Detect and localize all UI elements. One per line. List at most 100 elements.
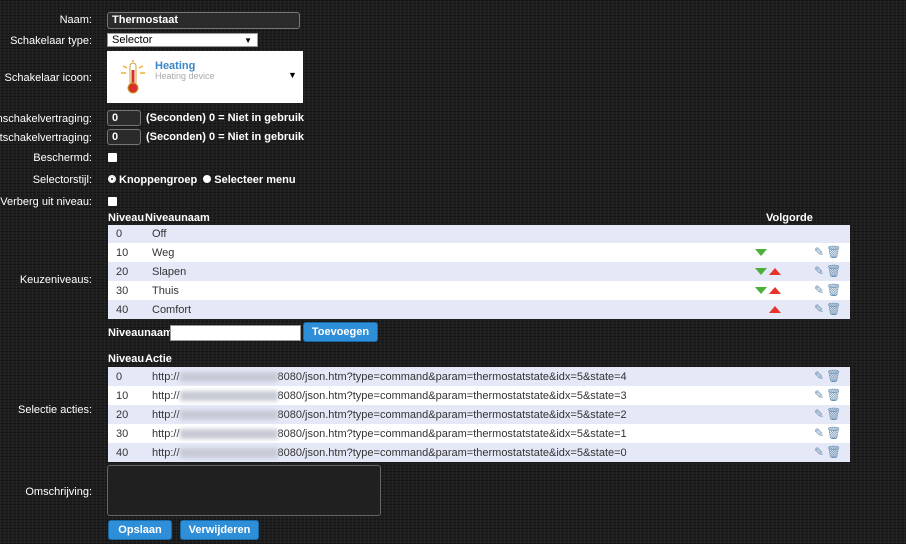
levels-header-niveau: Niveau xyxy=(108,212,145,224)
action-level: 0 xyxy=(108,367,144,386)
table-row: 40 Comfort ✎ 🗑 xyxy=(108,300,850,319)
edit-icon[interactable]: ✎ xyxy=(814,386,824,404)
hide-off-label: Verberg uit niveau: xyxy=(0,196,92,208)
thermometer-icon xyxy=(121,60,145,94)
delete-button[interactable]: Verwijderen xyxy=(180,520,259,540)
save-button[interactable]: Opslaan xyxy=(108,520,172,540)
trash-icon[interactable]: 🗑 xyxy=(826,300,841,318)
actions-header-actie: Actie xyxy=(145,353,172,365)
actions-label: Selectie acties: xyxy=(18,404,92,416)
trash-icon[interactable]: 🗑 xyxy=(826,367,841,385)
trash-icon[interactable]: 🗑 xyxy=(826,281,841,299)
redacted-ip xyxy=(179,428,278,439)
trash-icon[interactable]: 🗑 xyxy=(826,262,841,280)
switch-type-value: Selector xyxy=(112,34,153,46)
levels-header-volgorde: Volgorde xyxy=(766,212,813,224)
off-delay-label: Uitschakelvertraging: xyxy=(0,132,92,144)
trash-icon[interactable]: 🗑 xyxy=(826,386,841,404)
level-name-input[interactable] xyxy=(170,325,301,341)
edit-icon[interactable]: ✎ xyxy=(814,405,824,423)
redacted-ip xyxy=(179,371,278,382)
levels-table: 0 Off 10 Weg ✎ 🗑 20 Slapen ✎ 🗑 30 Thuis ✎ 🗑… xyxy=(108,225,850,319)
protected-label: Beschermd: xyxy=(33,152,92,164)
naam-input[interactable]: Thermostaat xyxy=(107,12,300,29)
edit-icon[interactable]: ✎ xyxy=(814,443,824,461)
action-level: 40 xyxy=(108,443,144,462)
action-url: http://8080/json.htm?type=command&param=… xyxy=(144,424,804,443)
move-up-icon[interactable] xyxy=(769,287,781,295)
level-name: Slapen xyxy=(144,262,746,281)
radio-buttongroup[interactable] xyxy=(108,175,116,184)
chevron-down-icon: ▼ xyxy=(288,70,297,80)
description-label: Omschrijving: xyxy=(25,486,92,498)
radio-buttongroup-label: Knoppengroep xyxy=(119,174,198,186)
level-name: Weg xyxy=(144,243,746,262)
table-row: 10 http://8080/json.htm?type=command&par… xyxy=(108,386,850,405)
move-up-icon[interactable] xyxy=(769,268,781,276)
hide-off-checkbox[interactable] xyxy=(108,197,117,206)
edit-icon[interactable]: ✎ xyxy=(814,243,824,261)
selector-style-label: Selectorstijl: xyxy=(32,174,92,186)
action-url: http://8080/json.htm?type=command&param=… xyxy=(144,386,804,405)
levels-label: Keuzeniveaus: xyxy=(19,274,92,286)
level-value: 0 xyxy=(108,225,144,243)
table-row: 0 Off xyxy=(108,225,850,243)
description-textarea[interactable] xyxy=(107,465,381,516)
on-delay-label: Inschakelvertraging: xyxy=(0,113,92,125)
level-name: Off xyxy=(144,225,746,243)
level-value: 10 xyxy=(108,243,144,262)
chevron-down-icon: ▼ xyxy=(244,36,252,45)
edit-icon[interactable]: ✎ xyxy=(814,424,824,442)
off-delay-input[interactable]: 0 xyxy=(107,129,141,145)
redacted-ip xyxy=(179,390,278,401)
table-row: 0 http://8080/json.htm?type=command&para… xyxy=(108,367,850,386)
on-delay-input[interactable]: 0 xyxy=(107,110,141,126)
radio-selectmenu[interactable] xyxy=(203,175,212,184)
redacted-ip xyxy=(179,409,278,420)
radio-selectmenu-label: Selecteer menu xyxy=(214,174,296,186)
table-row: 30 Thuis ✎ 🗑 xyxy=(108,281,850,300)
off-delay-note: (Seconden) 0 = Niet in gebruik xyxy=(146,131,305,143)
actions-header-niveau: Niveau xyxy=(108,353,145,365)
icon-subtitle: Heating device xyxy=(155,71,215,81)
table-row: 20 Slapen ✎ 🗑 xyxy=(108,262,850,281)
level-value: 30 xyxy=(108,281,144,300)
table-row: 30 http://8080/json.htm?type=command&par… xyxy=(108,424,850,443)
switch-icon-select[interactable]: Heating Heating device ▼ xyxy=(107,51,303,103)
add-level-label: Niveaunaam: xyxy=(108,327,177,339)
trash-icon[interactable]: 🗑 xyxy=(826,405,841,423)
level-value: 20 xyxy=(108,262,144,281)
edit-icon[interactable]: ✎ xyxy=(814,281,824,299)
move-down-icon[interactable] xyxy=(755,268,767,276)
edit-icon[interactable]: ✎ xyxy=(814,300,824,318)
trash-icon[interactable]: 🗑 xyxy=(826,243,841,261)
edit-icon[interactable]: ✎ xyxy=(814,262,824,280)
redacted-ip xyxy=(179,447,278,458)
icon-label: Schakelaar icoon: xyxy=(4,72,92,84)
naam-label: Naam: xyxy=(59,14,92,26)
move-down-icon[interactable] xyxy=(755,249,767,257)
action-level: 30 xyxy=(108,424,144,443)
level-name: Comfort xyxy=(144,300,746,319)
protected-checkbox[interactable] xyxy=(108,153,117,162)
edit-icon[interactable]: ✎ xyxy=(814,367,824,385)
move-up-icon[interactable] xyxy=(769,306,781,314)
action-level: 10 xyxy=(108,386,144,405)
table-row: 10 Weg ✎ 🗑 xyxy=(108,243,850,262)
selector-style-group: Knoppengroep Selecteer menu xyxy=(108,174,296,186)
switch-type-select[interactable]: Selector ▼ xyxy=(107,33,258,47)
trash-icon[interactable]: 🗑 xyxy=(826,424,841,442)
on-delay-note: (Seconden) 0 = Niet in gebruik xyxy=(146,112,305,124)
trash-icon[interactable]: 🗑 xyxy=(826,443,841,461)
table-row: 40 http://8080/json.htm?type=command&par… xyxy=(108,443,850,462)
action-url: http://8080/json.htm?type=command&param=… xyxy=(144,443,804,462)
action-url: http://8080/json.htm?type=command&param=… xyxy=(144,367,804,386)
table-row: 20 http://8080/json.htm?type=command&par… xyxy=(108,405,850,424)
level-name: Thuis xyxy=(144,281,746,300)
levels-header-naam: Niveaunaam xyxy=(145,212,210,224)
move-down-icon[interactable] xyxy=(755,287,767,295)
action-level: 20 xyxy=(108,405,144,424)
level-value: 40 xyxy=(108,300,144,319)
add-level-button[interactable]: Toevoegen xyxy=(303,322,378,342)
action-url: http://8080/json.htm?type=command&param=… xyxy=(144,405,804,424)
